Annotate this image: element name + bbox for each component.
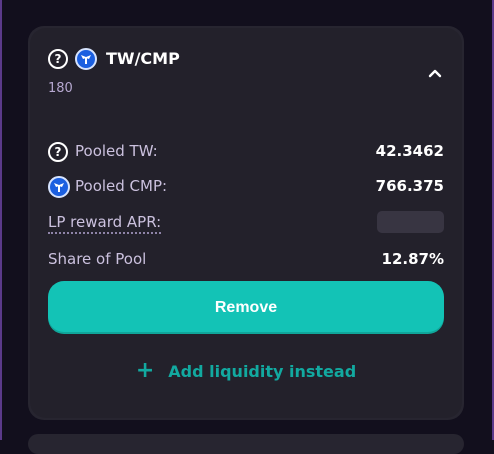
share-of-pool-row: Share of Pool 12.87%	[48, 248, 444, 272]
pooled-tw-row: ? Pooled TW: 42.3462	[48, 140, 444, 164]
pooled-cmp-row: Pooled CMP: 766.375	[48, 175, 444, 199]
add-liquidity-link[interactable]: + Add liquidity instead	[48, 358, 444, 384]
lp-apr-loading-placeholder	[377, 211, 444, 233]
next-pool-card	[28, 434, 464, 454]
chevron-up-icon[interactable]	[424, 62, 446, 84]
pair-subtitle: 180	[48, 81, 73, 96]
remove-button[interactable]: Remove	[48, 281, 444, 334]
pair-title: TW/CMP	[106, 49, 180, 68]
pooled-cmp-label: Pooled CMP:	[75, 177, 168, 195]
add-liquidity-label: Add liquidity instead	[168, 361, 357, 381]
share-of-pool-value: 12.87%	[381, 250, 444, 268]
pool-header[interactable]: ? TW/CMP 180	[48, 48, 446, 102]
pooled-tw-value: 42.3462	[375, 142, 444, 160]
tw-token-question-icon: ?	[48, 142, 68, 162]
tw-token-question-icon: ?	[48, 49, 68, 69]
share-of-pool-label: Share of Pool	[48, 250, 147, 268]
pooled-tw-label: Pooled TW:	[75, 142, 158, 160]
cmp-token-icon	[75, 48, 97, 70]
plus-icon: +	[135, 358, 155, 383]
pooled-cmp-value: 766.375	[375, 177, 444, 195]
cmp-token-icon	[48, 176, 70, 198]
lp-apr-label[interactable]: LP reward APR:	[48, 213, 162, 234]
lp-apr-row: LP reward APR:	[48, 211, 444, 235]
